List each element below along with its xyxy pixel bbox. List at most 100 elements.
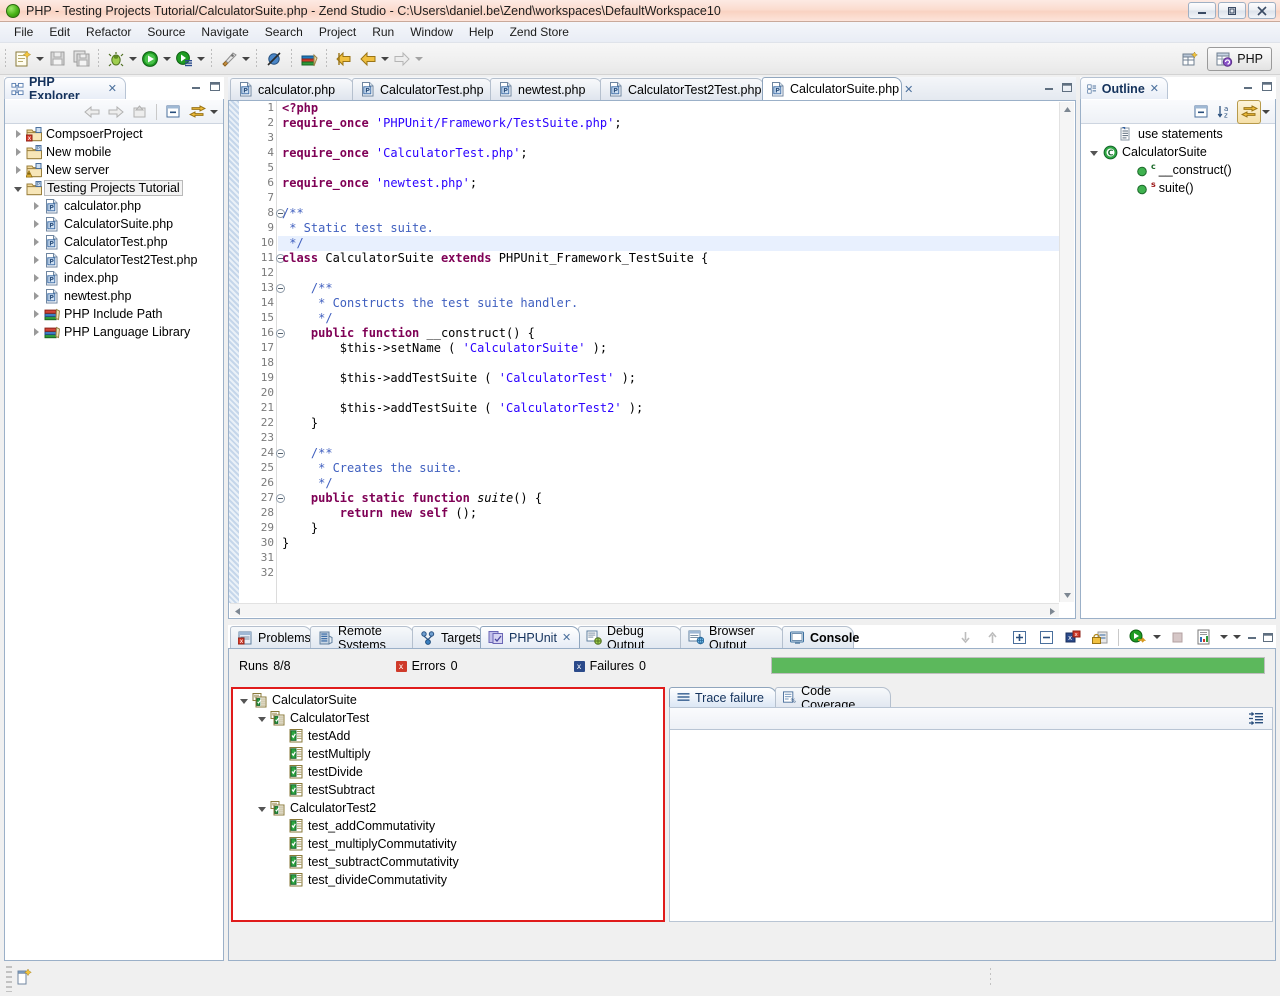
test-results-tree[interactable]: CalculatorSuite CalculatorTest testAdd test…: [231, 687, 665, 922]
test-tree-row[interactable]: testSubtract: [233, 781, 663, 799]
previous-failure-icon[interactable]: [980, 625, 1004, 649]
code-line[interactable]: return new self ();: [278, 506, 1059, 521]
test-tree-row[interactable]: test_divideCommutativity: [233, 871, 663, 889]
code-line[interactable]: $this->setName ( 'CalculatorSuite' );: [278, 341, 1059, 356]
minimize-icon[interactable]: [1042, 81, 1055, 94]
outline-tree[interactable]: use statements C CalculatorSuite c __constru…: [1081, 125, 1275, 618]
explorer-tree-row[interactable]: Pnewtest.php: [5, 287, 223, 305]
maximize-icon[interactable]: [1261, 631, 1274, 644]
view-menu-icon[interactable]: [1261, 100, 1271, 124]
explorer-tree-row[interactable]: Pcalculator.php: [5, 197, 223, 215]
collapse-all-icon[interactable]: [1189, 100, 1213, 124]
menu-navigate[interactable]: Navigate: [193, 23, 256, 41]
code-line[interactable]: /**: [278, 281, 1059, 296]
code-line[interactable]: <?php: [278, 101, 1059, 116]
code-line[interactable]: /**: [278, 206, 1059, 221]
maximize-button[interactable]: [1218, 2, 1246, 19]
test-tree-row[interactable]: test_multiplyCommutativity: [233, 835, 663, 853]
save-all-icon[interactable]: [69, 47, 93, 71]
editor-tab[interactable]: Pnewtest.php: [490, 78, 602, 100]
up-icon[interactable]: [128, 100, 152, 124]
explorer-tree-row[interactable]: P CalculatorTest2Test.php: [5, 251, 223, 269]
explorer-tree-row[interactable]: P New mobile: [5, 143, 223, 161]
test-tree-row[interactable]: test_subtractCommutativity: [233, 853, 663, 871]
menu-file[interactable]: File: [6, 23, 41, 41]
collapse-all-icon[interactable]: [1034, 625, 1058, 649]
back-dropdown-icon[interactable]: [380, 47, 390, 71]
scroll-left-icon[interactable]: [230, 604, 244, 618]
perspective-php-button[interactable]: PHP: [1207, 47, 1272, 71]
bottom-tab[interactable]: PHPUnit ✕: [480, 626, 580, 648]
menu-project[interactable]: Project: [311, 23, 364, 41]
editor-vertical-scrollbar[interactable]: [1059, 102, 1074, 602]
menu-search[interactable]: Search: [257, 23, 311, 41]
code-line[interactable]: */: [278, 236, 1059, 251]
collapse-arrow-icon[interactable]: [1087, 143, 1101, 161]
code-line[interactable]: */: [278, 311, 1059, 326]
test-tree-row[interactable]: testDivide: [233, 763, 663, 781]
lock-scroll-icon[interactable]: [1088, 625, 1112, 649]
test-tree-row[interactable]: CalculatorTest: [233, 709, 663, 727]
menu-window[interactable]: Window: [402, 23, 461, 41]
show-failures-only-icon[interactable]: x x: [1061, 625, 1085, 649]
expand-all-icon[interactable]: [1007, 625, 1031, 649]
editor-tab[interactable]: P CalculatorSuite.php ✕: [762, 77, 913, 100]
explorer-tree-row[interactable]: P CalculatorSuite.php: [5, 215, 223, 233]
scroll-down-icon[interactable]: [1060, 588, 1075, 602]
explorer-tree-row[interactable]: PHP Language Library: [5, 323, 223, 341]
close-icon[interactable]: ✕: [562, 631, 571, 644]
new-wizard-icon[interactable]: [11, 47, 35, 71]
bottom-tab[interactable]: Debug Output: [578, 624, 682, 652]
report-icon[interactable]: [1192, 625, 1216, 649]
code-line[interactable]: require_once 'CalculatorTest.php';: [278, 146, 1059, 161]
code-line[interactable]: }: [278, 521, 1059, 536]
stop-icon[interactable]: [1165, 625, 1189, 649]
open-type-icon[interactable]: [297, 47, 321, 71]
forward-dropdown-icon[interactable]: [414, 47, 424, 71]
next-failure-icon[interactable]: [953, 625, 977, 649]
forward-icon[interactable]: [104, 100, 128, 124]
collapse-all-icon[interactable]: [161, 100, 185, 124]
code-line[interactable]: [278, 356, 1059, 371]
collapse-arrow-icon[interactable]: [255, 709, 269, 727]
code-line[interactable]: [278, 191, 1059, 206]
run-icon[interactable]: [138, 47, 162, 71]
code-line[interactable]: [278, 431, 1059, 446]
code-line[interactable]: $this->addTestSuite ( 'CalculatorTest' )…: [278, 371, 1059, 386]
explorer-tree-row[interactable]: PHP Include Path: [5, 305, 223, 323]
menu-edit[interactable]: Edit: [41, 23, 78, 41]
tab-trace-failure[interactable]: Trace failure: [669, 687, 777, 707]
close-button[interactable]: [1248, 2, 1276, 19]
menu-source[interactable]: Source: [139, 23, 193, 41]
expand-arrow-icon[interactable]: [29, 215, 43, 233]
close-icon[interactable]: ✕: [108, 82, 117, 95]
link-with-editor-icon[interactable]: [185, 100, 209, 124]
collapse-arrow-icon[interactable]: [255, 799, 269, 817]
debug-dropdown-icon[interactable]: [128, 47, 138, 71]
back-icon[interactable]: [80, 100, 104, 124]
code-line[interactable]: [278, 161, 1059, 176]
code-line[interactable]: [278, 386, 1059, 401]
expand-arrow-icon[interactable]: [29, 323, 43, 341]
code-line[interactable]: [278, 551, 1059, 566]
editor-tab[interactable]: P CalculatorTest2Test.php: [600, 78, 764, 100]
debug-icon[interactable]: [104, 47, 128, 71]
minimize-icon[interactable]: [1245, 631, 1258, 644]
collapse-arrow-icon[interactable]: [237, 691, 251, 709]
close-icon[interactable]: ✕: [904, 83, 913, 96]
explorer-tree-row[interactable]: x CompsoerProject: [5, 125, 223, 143]
code-line[interactable]: require_once 'PHPUnit/Framework/TestSuit…: [278, 116, 1059, 131]
rerun-dropdown-icon[interactable]: [1152, 625, 1162, 649]
expand-arrow-icon[interactable]: [29, 305, 43, 323]
expand-arrow-icon[interactable]: [29, 233, 43, 251]
code-line[interactable]: */: [278, 476, 1059, 491]
bottom-tab[interactable]: Targets: [412, 626, 482, 648]
php-explorer-tree[interactable]: x CompsoerProject P New mobile New server P Te…: [5, 125, 223, 960]
editor-gutter[interactable]: 1 2 3 4 5 6 7 8 9 10 11 12 13 14 15 16 17 18 19 20 21 22 23 24 2…: [239, 101, 285, 603]
new-wizard-dropdown-icon[interactable]: [35, 47, 45, 71]
tab-code-coverage[interactable]: % Code Coverage: [775, 684, 891, 712]
code-line[interactable]: * Creates the suite.: [278, 461, 1059, 476]
launch-dropdown-icon[interactable]: [241, 47, 251, 71]
test-tree-row[interactable]: test_addCommutativity: [233, 817, 663, 835]
code-line[interactable]: * Static test suite.: [278, 221, 1059, 236]
